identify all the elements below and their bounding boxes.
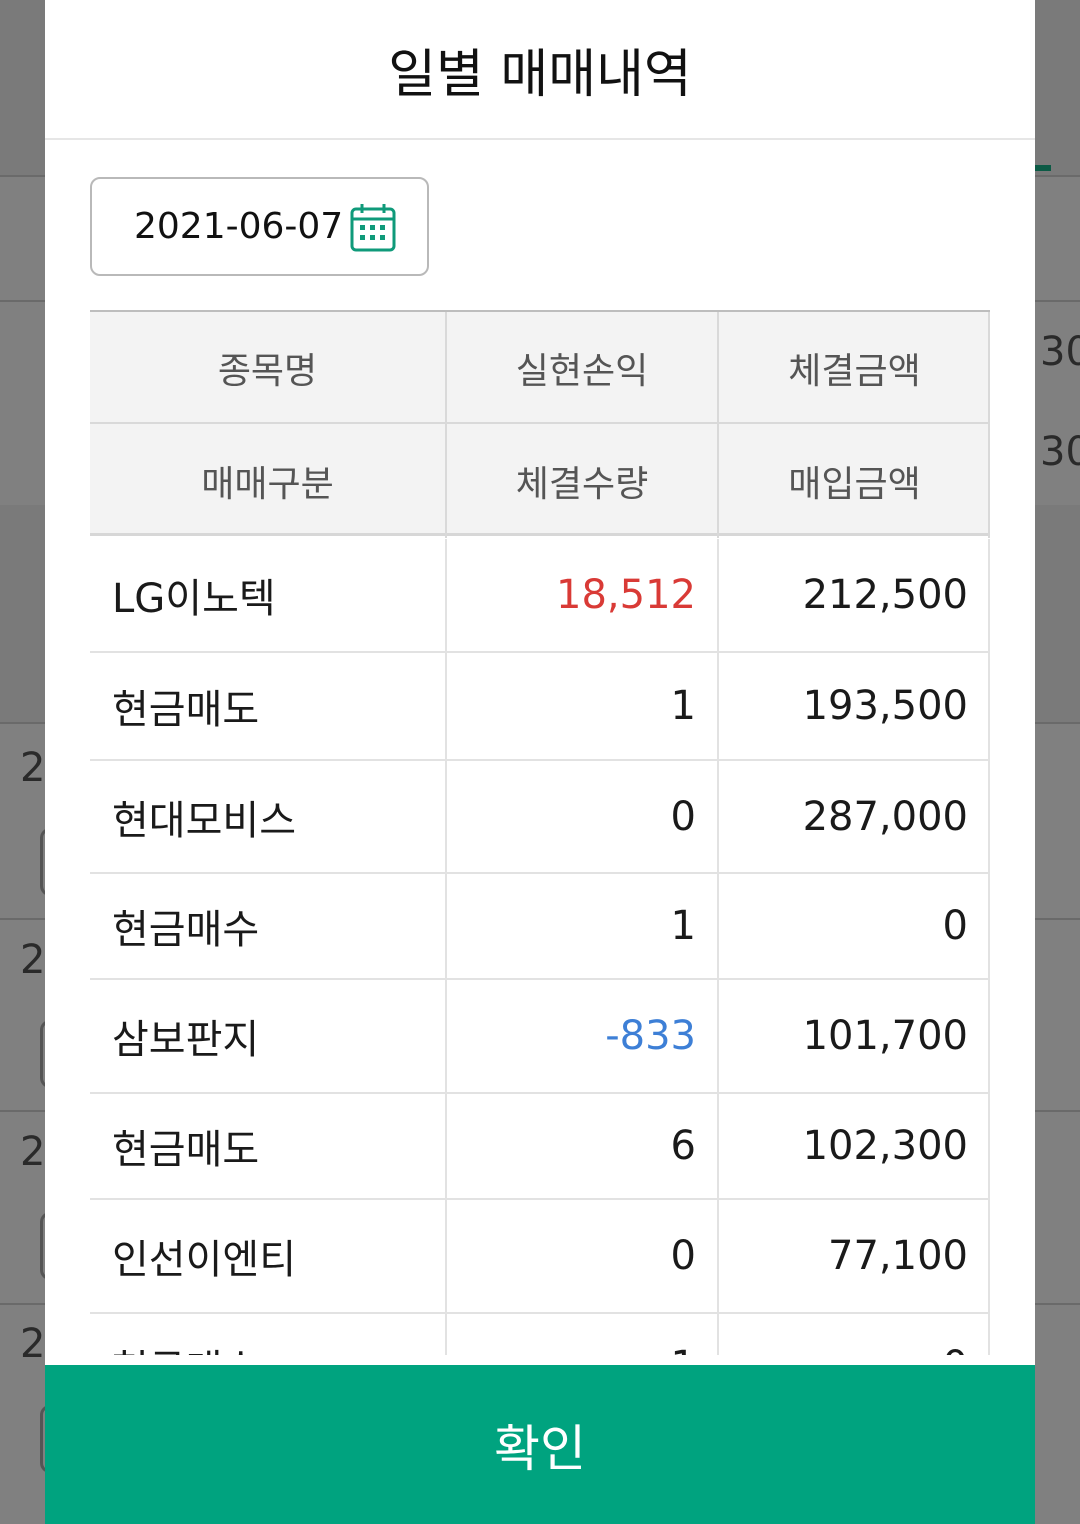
realized-pnl: 18,512 bbox=[556, 572, 696, 618]
buy-amount: 0 bbox=[942, 903, 968, 949]
date-value: 2021-06-07 bbox=[134, 206, 344, 247]
header-col-divider bbox=[717, 312, 719, 538]
exec-amount: 212,500 bbox=[802, 572, 968, 618]
buy-amount: 102,300 bbox=[802, 1123, 968, 1169]
header-realized-pnl: 실현손익 bbox=[515, 350, 649, 392]
exec-qty: 6 bbox=[670, 1123, 696, 1169]
trade-table[interactable]: 종목명 실현손익 체결금액 매매구분 체결수량 매입금액 LG이노텍 18,51… bbox=[90, 310, 990, 1355]
calendar-icon[interactable] bbox=[350, 203, 396, 253]
exec-qty: 1 bbox=[670, 683, 696, 729]
header-col-divider bbox=[988, 312, 990, 538]
bg-fragment: 30 bbox=[1040, 329, 1080, 375]
exec-qty: 1 bbox=[446, 1314, 696, 1355]
table-row[interactable]: 현대모비스 0 287,000 bbox=[90, 761, 990, 872]
bg-accent-line bbox=[1035, 165, 1051, 171]
header-buy-amount: 매입금액 bbox=[788, 463, 921, 505]
trade-type: 현금매수 bbox=[112, 1314, 432, 1355]
header-stock-name: 종목명 bbox=[217, 350, 318, 392]
realized-pnl: 0 bbox=[670, 793, 696, 840]
table-row[interactable]: 현금매수 1 0 bbox=[90, 1314, 990, 1355]
bg-fragment: 2 bbox=[20, 1321, 46, 1367]
buy-amount: 193,500 bbox=[802, 683, 968, 729]
trade-type: 현금매도 bbox=[112, 687, 260, 733]
exec-amount: 77,100 bbox=[828, 1233, 968, 1279]
table-row[interactable]: 현금매도 6 102,300 bbox=[90, 1094, 990, 1198]
bg-fragment: 2 bbox=[20, 937, 46, 983]
table-row[interactable]: 현금매수 1 0 bbox=[90, 874, 990, 978]
table-row[interactable]: LG이노텍 18,512 212,500 bbox=[90, 539, 990, 651]
realized-pnl: -833 bbox=[605, 1013, 696, 1059]
trade-type: 현금매수 bbox=[112, 907, 260, 953]
stock-name: 인선이엔티 bbox=[112, 1237, 296, 1283]
table-row[interactable]: 현금매도 1 193,500 bbox=[90, 653, 990, 759]
header-exec-amount: 체결금액 bbox=[788, 350, 921, 392]
stock-name: LG이노텍 bbox=[112, 576, 276, 622]
table-row[interactable]: 삼보판지 -833 101,700 bbox=[90, 980, 990, 1092]
table-header: 종목명 실현손익 체결금액 매매구분 체결수량 매입금액 bbox=[90, 310, 990, 538]
bg-fragment: 2 bbox=[20, 745, 46, 791]
buy-amount: 0 bbox=[718, 1314, 968, 1355]
stock-name: 현대모비스 bbox=[112, 797, 296, 844]
bg-fragment: 2 bbox=[20, 1129, 46, 1175]
dialog-title: 일별 매매내역 bbox=[45, 0, 1035, 140]
header-exec-qty: 체결수량 bbox=[515, 463, 649, 505]
bg-fragment: 30 bbox=[1040, 429, 1080, 475]
date-picker-field[interactable]: 2021-06-07 bbox=[90, 177, 429, 276]
daily-trade-history-dialog: 일별 매매내역 2021-06-07 종목명 실현손익 체결금액 매매구분 체결… bbox=[45, 0, 1035, 1524]
header-col-divider bbox=[445, 312, 447, 538]
exec-qty: 1 bbox=[670, 903, 696, 949]
exec-amount: 101,700 bbox=[802, 1013, 968, 1059]
table-row[interactable]: 인선이엔티 0 77,100 bbox=[90, 1200, 990, 1312]
trade-type: 현금매도 bbox=[112, 1127, 260, 1173]
realized-pnl: 0 bbox=[670, 1233, 696, 1279]
header-divider bbox=[90, 422, 990, 424]
header-trade-type: 매매구분 bbox=[201, 463, 334, 505]
stock-name: 삼보판지 bbox=[112, 1017, 260, 1063]
exec-amount: 287,000 bbox=[802, 793, 968, 840]
confirm-button[interactable]: 확인 bbox=[45, 1365, 1035, 1524]
